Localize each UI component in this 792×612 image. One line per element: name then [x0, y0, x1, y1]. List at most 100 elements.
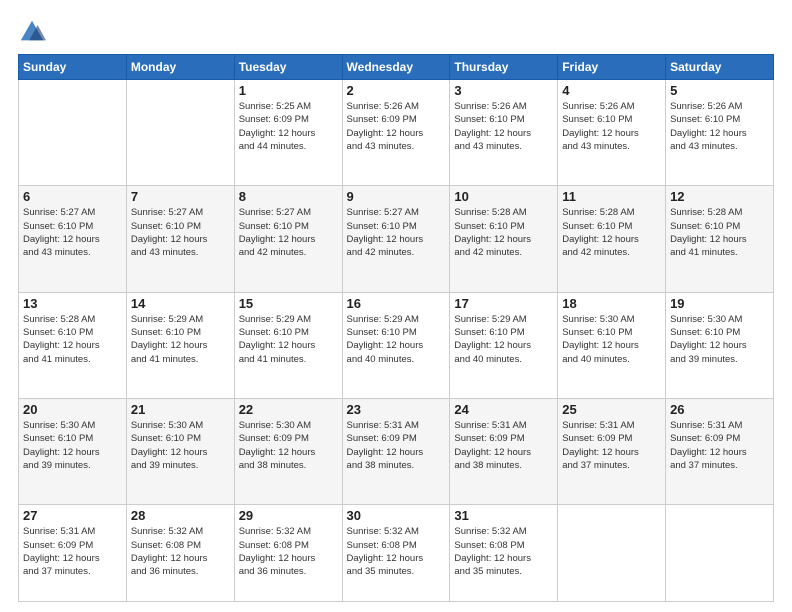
day-info: Sunrise: 5:28 AM Sunset: 6:10 PM Dayligh… — [23, 313, 122, 366]
calendar-cell: 20 Sunrise: 5:30 AM Sunset: 6:10 PM Dayli… — [19, 398, 127, 504]
day-info: Sunrise: 5:30 AM Sunset: 6:10 PM Dayligh… — [131, 419, 230, 472]
day-number: 17 — [454, 296, 553, 311]
calendar-cell: 29Sunrise: 5:32 AM Sunset: 6:08 PM Dayli… — [234, 505, 342, 602]
day-info: Sunrise: 5:29 AM Sunset: 6:10 PM Dayligh… — [347, 313, 446, 366]
page: SundayMondayTuesdayWednesdayThursdayFrid… — [0, 0, 792, 612]
calendar-cell: 21 Sunrise: 5:30 AM Sunset: 6:10 PM Dayli… — [126, 398, 234, 504]
day-number: 23 — [347, 402, 446, 417]
day-info: Sunrise: 5:30 AM Sunset: 6:10 PM Dayligh… — [562, 313, 661, 366]
day-number: 27 — [23, 508, 122, 523]
day-info: Sunrise: 5:28 AM Sunset: 6:10 PM Dayligh… — [454, 206, 553, 259]
calendar-cell: 8 Sunrise: 5:27 AM Sunset: 6:10 PM Daylig… — [234, 186, 342, 292]
day-info: Sunrise: 5:26 AM Sunset: 6:09 PM Dayligh… — [347, 100, 446, 153]
day-info: Sunrise: 5:27 AM Sunset: 6:10 PM Dayligh… — [23, 206, 122, 259]
day-info: Sunrise: 5:28 AM Sunset: 6:10 PM Dayligh… — [670, 206, 769, 259]
day-number: 20 — [23, 402, 122, 417]
day-number: 8 — [239, 189, 338, 204]
col-header-tuesday: Tuesday — [234, 55, 342, 80]
day-info: Sunrise: 5:32 AM Sunset: 6:08 PM Dayligh… — [239, 525, 338, 578]
day-number: 12 — [670, 189, 769, 204]
day-number: 25 — [562, 402, 661, 417]
day-number: 5 — [670, 83, 769, 98]
day-number: 19 — [670, 296, 769, 311]
calendar-cell: 28 Sunrise: 5:32 AM Sunset: 6:08 PM Dayli… — [126, 505, 234, 602]
day-info: Sunrise: 5:31 AM Sunset: 6:09 PM Dayligh… — [23, 525, 122, 578]
col-header-wednesday: Wednesday — [342, 55, 450, 80]
day-number: 1 — [239, 83, 338, 98]
calendar-week-4: 20 Sunrise: 5:30 AM Sunset: 6:10 PM Dayli… — [19, 398, 774, 504]
day-number: 2 — [347, 83, 446, 98]
calendar-table: SundayMondayTuesdayWednesdayThursdayFrid… — [18, 54, 774, 602]
calendar-cell: 5 Sunrise: 5:26 AM Sunset: 6:10 PM Daylig… — [666, 80, 774, 186]
calendar-cell: 16 Sunrise: 5:29 AM Sunset: 6:10 PM Dayli… — [342, 292, 450, 398]
header — [18, 18, 774, 46]
calendar-cell: 10 Sunrise: 5:28 AM Sunset: 6:10 PM Dayli… — [450, 186, 558, 292]
day-info: Sunrise: 5:31 AM Sunset: 6:09 PM Dayligh… — [454, 419, 553, 472]
day-info: Sunrise: 5:31 AM Sunset: 6:09 PM Dayligh… — [670, 419, 769, 472]
day-number: 24 — [454, 402, 553, 417]
day-info: Sunrise: 5:27 AM Sunset: 6:10 PM Dayligh… — [131, 206, 230, 259]
logo — [18, 18, 50, 46]
day-info: Sunrise: 5:26 AM Sunset: 6:10 PM Dayligh… — [454, 100, 553, 153]
calendar-cell: 1Sunrise: 5:25 AM Sunset: 6:09 PM Daylig… — [234, 80, 342, 186]
day-number: 6 — [23, 189, 122, 204]
col-header-sunday: Sunday — [19, 55, 127, 80]
day-number: 16 — [347, 296, 446, 311]
col-header-friday: Friday — [558, 55, 666, 80]
calendar-cell — [126, 80, 234, 186]
day-info: Sunrise: 5:32 AM Sunset: 6:08 PM Dayligh… — [347, 525, 446, 578]
day-number: 22 — [239, 402, 338, 417]
day-number: 7 — [131, 189, 230, 204]
calendar-cell: 11 Sunrise: 5:28 AM Sunset: 6:10 PM Dayli… — [558, 186, 666, 292]
day-info: Sunrise: 5:26 AM Sunset: 6:10 PM Dayligh… — [670, 100, 769, 153]
calendar-cell: 9 Sunrise: 5:27 AM Sunset: 6:10 PM Daylig… — [342, 186, 450, 292]
calendar-week-1: 1Sunrise: 5:25 AM Sunset: 6:09 PM Daylig… — [19, 80, 774, 186]
day-info: Sunrise: 5:27 AM Sunset: 6:10 PM Dayligh… — [239, 206, 338, 259]
day-number: 31 — [454, 508, 553, 523]
calendar-cell: 7 Sunrise: 5:27 AM Sunset: 6:10 PM Daylig… — [126, 186, 234, 292]
day-info: Sunrise: 5:27 AM Sunset: 6:10 PM Dayligh… — [347, 206, 446, 259]
day-info: Sunrise: 5:31 AM Sunset: 6:09 PM Dayligh… — [562, 419, 661, 472]
day-number: 21 — [131, 402, 230, 417]
calendar-cell: 4 Sunrise: 5:26 AM Sunset: 6:10 PM Daylig… — [558, 80, 666, 186]
col-header-saturday: Saturday — [666, 55, 774, 80]
day-info: Sunrise: 5:28 AM Sunset: 6:10 PM Dayligh… — [562, 206, 661, 259]
calendar-cell: 26 Sunrise: 5:31 AM Sunset: 6:09 PM Dayli… — [666, 398, 774, 504]
day-number: 26 — [670, 402, 769, 417]
calendar-cell: 17 Sunrise: 5:29 AM Sunset: 6:10 PM Dayli… — [450, 292, 558, 398]
day-info: Sunrise: 5:29 AM Sunset: 6:10 PM Dayligh… — [454, 313, 553, 366]
calendar-cell: 27 Sunrise: 5:31 AM Sunset: 6:09 PM Dayli… — [19, 505, 127, 602]
day-number: 14 — [131, 296, 230, 311]
day-info: Sunrise: 5:26 AM Sunset: 6:10 PM Dayligh… — [562, 100, 661, 153]
calendar-cell — [558, 505, 666, 602]
calendar-cell: 31Sunrise: 5:32 AM Sunset: 6:08 PM Dayli… — [450, 505, 558, 602]
calendar-cell: 24 Sunrise: 5:31 AM Sunset: 6:09 PM Dayli… — [450, 398, 558, 504]
calendar-cell: 18Sunrise: 5:30 AM Sunset: 6:10 PM Dayli… — [558, 292, 666, 398]
day-number: 13 — [23, 296, 122, 311]
logo-icon — [18, 18, 46, 46]
day-info: Sunrise: 5:29 AM Sunset: 6:10 PM Dayligh… — [131, 313, 230, 366]
col-header-thursday: Thursday — [450, 55, 558, 80]
day-number: 11 — [562, 189, 661, 204]
day-info: Sunrise: 5:31 AM Sunset: 6:09 PM Dayligh… — [347, 419, 446, 472]
calendar-cell: 15Sunrise: 5:29 AM Sunset: 6:10 PM Dayli… — [234, 292, 342, 398]
day-info: Sunrise: 5:30 AM Sunset: 6:10 PM Dayligh… — [23, 419, 122, 472]
day-number: 3 — [454, 83, 553, 98]
calendar-header-row: SundayMondayTuesdayWednesdayThursdayFrid… — [19, 55, 774, 80]
calendar-cell: 12 Sunrise: 5:28 AM Sunset: 6:10 PM Dayli… — [666, 186, 774, 292]
calendar-cell: 6 Sunrise: 5:27 AM Sunset: 6:10 PM Daylig… — [19, 186, 127, 292]
calendar-cell: 30 Sunrise: 5:32 AM Sunset: 6:08 PM Dayli… — [342, 505, 450, 602]
col-header-monday: Monday — [126, 55, 234, 80]
day-number: 9 — [347, 189, 446, 204]
day-number: 4 — [562, 83, 661, 98]
calendar-cell — [666, 505, 774, 602]
day-info: Sunrise: 5:32 AM Sunset: 6:08 PM Dayligh… — [131, 525, 230, 578]
calendar-cell: 13 Sunrise: 5:28 AM Sunset: 6:10 PM Dayli… — [19, 292, 127, 398]
calendar-cell — [19, 80, 127, 186]
calendar-cell: 23 Sunrise: 5:31 AM Sunset: 6:09 PM Dayli… — [342, 398, 450, 504]
day-number: 28 — [131, 508, 230, 523]
calendar-cell: 3 Sunrise: 5:26 AM Sunset: 6:10 PM Daylig… — [450, 80, 558, 186]
day-number: 10 — [454, 189, 553, 204]
calendar-week-2: 6 Sunrise: 5:27 AM Sunset: 6:10 PM Daylig… — [19, 186, 774, 292]
day-number: 30 — [347, 508, 446, 523]
